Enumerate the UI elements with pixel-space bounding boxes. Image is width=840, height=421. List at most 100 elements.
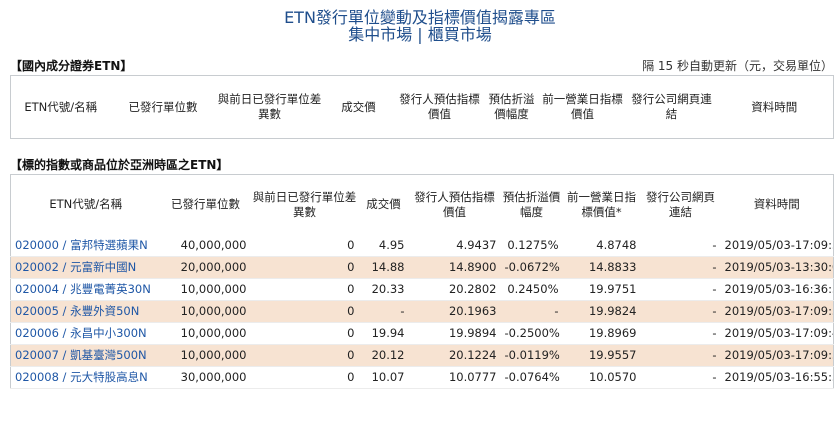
prev-cell: 19.9557 [562, 344, 641, 367]
column-header: 發行公司網頁連結 [627, 75, 716, 139]
etn-name-cell: 020000 / 富邦特選蘋果N [10, 234, 161, 257]
column-header: 成交價 [323, 75, 394, 139]
etn-name-cell: 020006 / 永昌中小300N [10, 322, 161, 345]
column-header: 前一營業日指標價值 [537, 75, 628, 139]
section1-bar: 【國內成分證券ETN】 隔 15 秒自動更新（元，交易單位） [10, 57, 833, 74]
table-header-row: ETN代號/名稱 已發行單位數 與前日已發行單位差異數 成交價 發行人預估指標價值 預估折… [10, 174, 834, 235]
table-row: 020004 / 兆豐電菁英30N 10,000,000 0 20.33 20.2802… [10, 278, 834, 301]
refresh-note: 隔 15 秒自動更新（元，交易單位） [642, 59, 833, 73]
prev-cell: 10.0570 [562, 366, 641, 389]
etn-link[interactable]: 020007 / 凱基臺灣500N [15, 348, 147, 362]
prev-cell: 19.8969 [562, 322, 641, 345]
time-cell: 2019/05/03-16:55:32 [720, 366, 834, 389]
etn-name-cell: 020007 / 凱基臺灣500N [10, 344, 161, 367]
etn-link[interactable]: 020005 / 永豐外資50N [15, 304, 139, 318]
column-header: 發行人預估指標價值 [393, 75, 486, 139]
units-cell: 40,000,000 [160, 234, 251, 257]
est-cell: 20.1224 [408, 344, 501, 367]
page-title: ETN發行單位變動及指標價值揭露專區 [284, 8, 556, 27]
prem-cell: -0.0119% [500, 344, 563, 367]
price-cell: 20.33 [358, 278, 409, 301]
est-cell: 4.9437 [408, 234, 501, 257]
listed-market-link[interactable]: 集中市場 [348, 25, 412, 44]
column-header: 資料時間 [720, 174, 834, 235]
table-header-row: ETN代號/名稱 已發行單位數 與前日已發行單位差異數 成交價 發行人預估指標價值 預估折… [10, 75, 834, 139]
link-cell: - [640, 234, 721, 257]
asia-etn-table: ETN代號/名稱 已發行單位數 與前日已發行單位差異數 成交價 發行人預估指標價值 預估折… [10, 174, 834, 389]
table-row: 020007 / 凱基臺灣500N 10,000,000 0 20.12 20.1224… [10, 344, 834, 367]
column-header: 發行人預估指標價值 [408, 174, 501, 235]
est-cell: 20.1963 [408, 300, 501, 323]
price-cell: 19.94 [358, 322, 409, 345]
est-cell: 20.2802 [408, 278, 501, 301]
price-cell: 4.95 [358, 234, 409, 257]
time-cell: 2019/05/03-17:09:50 [720, 300, 834, 323]
etn-name-cell: 020004 / 兆豐電菁英30N [10, 278, 161, 301]
column-header: 成交價 [358, 174, 409, 235]
prev-cell: 19.9751 [562, 278, 641, 301]
etn-link[interactable]: 020006 / 永昌中小300N [15, 326, 147, 340]
prev-cell: 4.8748 [562, 234, 641, 257]
time-cell: 2019/05/03-13:30:00 [720, 256, 834, 279]
section2-title: 【標的指數或商品位於亞洲時區之ETN】 [10, 158, 229, 172]
column-header: 與前日已發行單位差異數 [215, 75, 324, 139]
units-cell: 10,000,000 [160, 322, 251, 345]
units-cell: 10,000,000 [160, 278, 251, 301]
units-cell: 30,000,000 [160, 366, 251, 389]
page-header: ETN發行單位變動及指標價值揭露專區 集中市場 | 櫃買市場 [0, 0, 840, 43]
etn-name-cell: 020005 / 永豐外資50N [10, 300, 161, 323]
time-cell: 2019/05/03-17:09:57 [720, 344, 834, 367]
link-cell: - [640, 278, 721, 301]
diff-cell: 0 [250, 366, 359, 389]
diff-cell: 0 [250, 234, 359, 257]
price-cell: 20.12 [358, 344, 409, 367]
prem-cell: 0.1275% [500, 234, 563, 257]
separator: | [417, 25, 423, 44]
etn-link[interactable]: 020002 / 元富新中國N [15, 260, 136, 274]
link-cell: - [640, 344, 721, 367]
prem-cell: -0.2500% [500, 322, 563, 345]
column-header: 預估折溢價幅度 [500, 174, 563, 235]
etn-link[interactable]: 020000 / 富邦特選蘋果N [15, 238, 148, 252]
link-cell: - [640, 366, 721, 389]
etn-link[interactable]: 020008 / 元大特股高息N [15, 370, 148, 384]
prem-cell: 0.2450% [500, 278, 563, 301]
table-row: 020002 / 元富新中國N 20,000,000 0 14.88 14.8900 -0… [10, 256, 834, 279]
column-header: 已發行單位數 [110, 75, 216, 139]
column-header: 預估折溢價幅度 [485, 75, 538, 139]
prem-cell: - [500, 300, 563, 323]
diff-cell: 0 [250, 322, 359, 345]
table-row: 020000 / 富邦特選蘋果N 40,000,000 0 4.95 4.9437 0.1… [10, 234, 834, 257]
units-cell: 20,000,000 [160, 256, 251, 279]
link-cell: - [640, 322, 721, 345]
prem-cell: -0.0672% [500, 256, 563, 279]
table-row: 020008 / 元大特股高息N 30,000,000 0 10.07 10.0777-… [10, 366, 834, 389]
prev-cell: 19.9824 [562, 300, 641, 323]
column-header: 與前日已發行單位差異數 [250, 174, 359, 235]
prev-cell: 14.8833 [562, 256, 641, 279]
est-cell: 14.8900 [408, 256, 501, 279]
diff-cell: 0 [250, 300, 359, 323]
time-cell: 2019/05/03-16:36:50 [720, 278, 834, 301]
etn-name-cell: 020008 / 元大特股高息N [10, 366, 161, 389]
table-row: 020005 / 永豐外資50N 10,000,000 0-20.1963-19.9… [10, 300, 834, 323]
diff-cell: 0 [250, 278, 359, 301]
price-cell: 14.88 [358, 256, 409, 279]
column-header: ETN代號/名稱 [10, 174, 161, 235]
column-header: 已發行單位數 [160, 174, 251, 235]
etn-link[interactable]: 020004 / 兆豐電菁英30N [15, 282, 151, 296]
etn-name-cell: 020002 / 元富新中國N [10, 256, 161, 279]
units-cell: 10,000,000 [160, 300, 251, 323]
units-cell: 10,000,000 [160, 344, 251, 367]
diff-cell: 0 [250, 344, 359, 367]
time-cell: 2019/05/03-17:09:54 [720, 234, 834, 257]
table-row: 020006 / 永昌中小300N 10,000,000 0 19.94 19.9894… [10, 322, 834, 345]
prem-cell: -0.0764% [500, 366, 563, 389]
price-cell: 10.07 [358, 366, 409, 389]
time-cell: 2019/05/03-17:09:48 [720, 322, 834, 345]
column-header: 資料時間 [715, 75, 834, 139]
link-cell: - [640, 300, 721, 323]
otc-market-link[interactable]: 櫃買市場 [428, 25, 492, 44]
diff-cell: 0 [250, 256, 359, 279]
column-header: 前一營業日指標價值* [562, 174, 641, 235]
